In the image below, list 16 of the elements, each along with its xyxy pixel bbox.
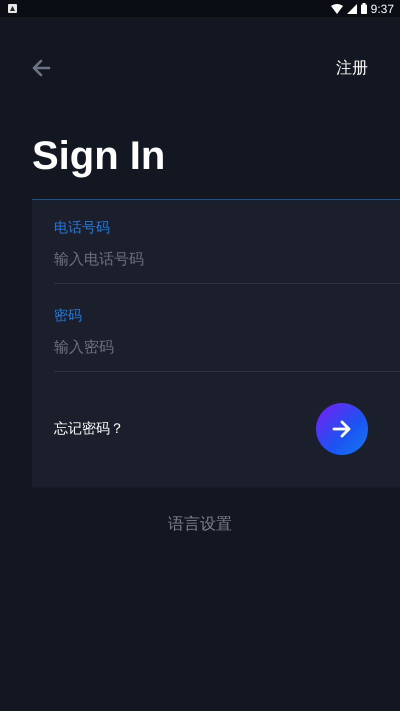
page-title: Sign In [32,133,166,180]
status-time: 9:37 [370,2,394,16]
field-label: 电话号码 [54,219,111,238]
field-label: 密码 [54,307,83,326]
arrow-right-icon [332,420,352,438]
wifi-icon [330,4,343,14]
back-arrow-icon[interactable] [31,59,51,77]
input-field[interactable]: 输入密码 [54,326,400,372]
battery-icon [360,3,367,14]
language-settings-link[interactable]: 语言设置 [168,514,232,535]
submit-button[interactable] [316,403,368,455]
notification-icon [8,4,17,13]
forgot-password-link[interactable]: 忘记密码？ [54,420,124,438]
register-link[interactable]: 注册 [336,58,368,78]
input-field[interactable]: 输入电话号码 [54,238,400,284]
signal-icon [346,4,357,14]
